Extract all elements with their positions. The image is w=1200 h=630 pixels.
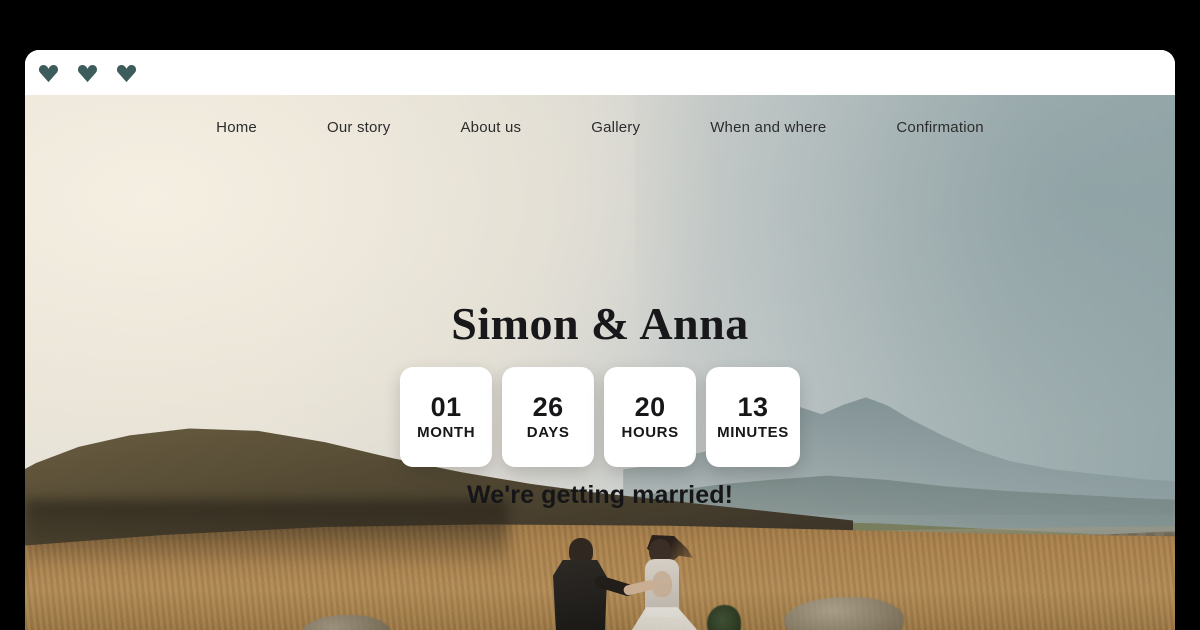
nav-item-when-and-where[interactable]: When and where <box>675 119 861 136</box>
couple-names-heading: Simon & Anna <box>451 298 749 349</box>
heart-icon <box>116 63 137 83</box>
hero-content: Home Our story About us Gallery When and… <box>25 95 1175 630</box>
countdown-card-month: 01 MONTH <box>400 367 493 467</box>
nav-item-about-us[interactable]: About us <box>425 119 556 136</box>
countdown-value: 13 <box>737 392 769 422</box>
countdown-value: 26 <box>532 392 564 422</box>
nav-item-gallery[interactable]: Gallery <box>556 119 675 136</box>
browser-window: Home Our story About us Gallery When and… <box>25 50 1175 630</box>
countdown-timer: 01 MONTH 26 DAYS 20 HOURS 13 MINUTES <box>25 367 1175 467</box>
countdown-card-days: 26 DAYS <box>502 367 595 467</box>
nav-item-home[interactable]: Home <box>181 119 292 136</box>
countdown-label: MINUTES <box>717 424 789 441</box>
main-nav: Home Our story About us Gallery When and… <box>25 119 1175 136</box>
countdown-card-minutes: 13 MINUTES <box>706 367 800 467</box>
browser-toolbar <box>25 50 1175 95</box>
countdown-value: 01 <box>430 392 462 422</box>
hero-tagline: We're getting married! <box>466 481 734 509</box>
countdown-label: MONTH <box>417 424 476 441</box>
countdown-value: 20 <box>634 392 666 422</box>
heart-icon <box>38 63 59 83</box>
nav-item-our-story[interactable]: Our story <box>292 119 425 136</box>
page-viewport: Home Our story About us Gallery When and… <box>25 95 1175 630</box>
countdown-label: DAYS <box>526 424 570 441</box>
heart-icon <box>77 63 98 83</box>
countdown-card-hours: 20 HOURS <box>604 367 697 467</box>
countdown-label: HOURS <box>621 424 679 441</box>
nav-item-confirmation[interactable]: Confirmation <box>861 119 1018 136</box>
